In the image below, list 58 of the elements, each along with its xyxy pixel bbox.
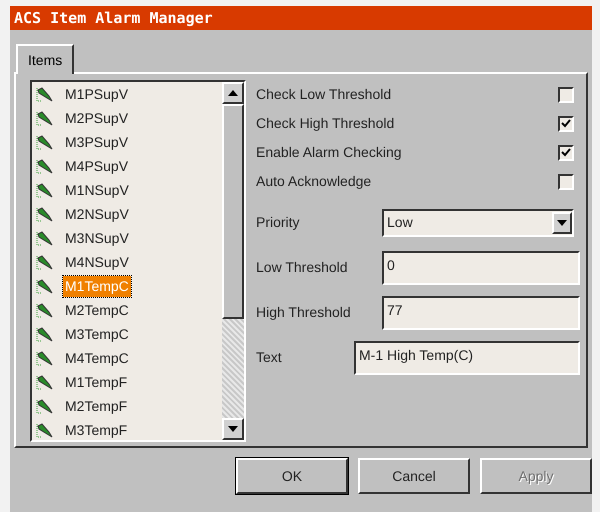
pin-icon <box>36 278 53 294</box>
checkbox-label: Enable Alarm Checking <box>256 143 402 162</box>
pin-icon <box>36 206 53 222</box>
list-item[interactable]: M4NSupV <box>63 252 131 272</box>
list-item[interactable]: M3PSupV <box>63 132 130 152</box>
input-field[interactable]: 0 <box>382 250 580 284</box>
down-arrow-icon <box>557 220 567 226</box>
pin-icon <box>36 110 53 126</box>
list-item[interactable]: M4TempC <box>63 348 131 368</box>
input-field[interactable]: 77 <box>382 296 580 330</box>
pin-icon <box>36 254 53 270</box>
field-label: Priority <box>256 213 301 232</box>
list-item[interactable]: M1NSupV <box>63 180 131 200</box>
check-mark-icon <box>561 148 571 157</box>
field-label: High Threshold <box>256 303 352 322</box>
pin-icon <box>36 326 53 342</box>
pin-icon <box>36 158 53 174</box>
scroll-thumb[interactable] <box>222 104 244 319</box>
list-item[interactable]: M3NSupV <box>63 228 131 248</box>
list-item[interactable]: M4PSupV <box>63 156 130 176</box>
checkbox-label: Check Low Threshold <box>256 85 392 104</box>
checkbox[interactable] <box>558 174 574 190</box>
pin-icon <box>36 182 53 198</box>
checkbox-label: Auto Acknowledge <box>256 172 372 191</box>
list-item[interactable]: M2TempC <box>63 300 131 320</box>
tab[interactable]: Items <box>16 44 74 74</box>
pin-icon <box>36 398 53 414</box>
checkbox[interactable] <box>558 86 574 102</box>
priority-dropdown[interactable]: Low <box>382 208 574 236</box>
input-field[interactable]: M-1 High Temp(C) <box>354 340 580 374</box>
field-label: Low Threshold <box>256 258 349 277</box>
check-mark-icon <box>561 119 571 128</box>
scroll-up-button[interactable] <box>222 82 244 104</box>
field-label: Text <box>256 348 283 367</box>
up-arrow-icon <box>228 90 238 96</box>
pin-icon <box>36 350 53 366</box>
dialog-button[interactable]: Cancel <box>358 458 470 494</box>
list-item[interactable]: M1PSupV <box>63 84 130 104</box>
down-arrow-icon <box>228 426 238 432</box>
pin-icon <box>36 422 53 438</box>
checkbox-label: Check High Threshold <box>256 114 394 133</box>
list-item[interactable]: M3TempF <box>63 420 130 440</box>
checkbox[interactable] <box>558 116 574 132</box>
list-item[interactable]: M2TempF <box>63 396 130 416</box>
pin-icon <box>36 230 53 246</box>
window-title: ACS Item Alarm Manager <box>10 6 592 30</box>
dropdown-button[interactable] <box>552 212 572 234</box>
list-item[interactable]: M1TempF <box>63 372 130 392</box>
list-item[interactable]: M2PSupV <box>63 108 130 128</box>
pin-icon <box>36 302 53 318</box>
list-item[interactable]: M3TempC <box>63 324 131 344</box>
pin-icon <box>36 374 53 390</box>
dialog-button[interactable]: OK <box>236 458 348 494</box>
checkbox[interactable] <box>558 144 574 160</box>
pin-icon <box>36 134 53 150</box>
scroll-down-button[interactable] <box>222 418 244 440</box>
list-item[interactable]: M2NSupV <box>63 204 131 224</box>
pin-icon <box>36 86 53 102</box>
